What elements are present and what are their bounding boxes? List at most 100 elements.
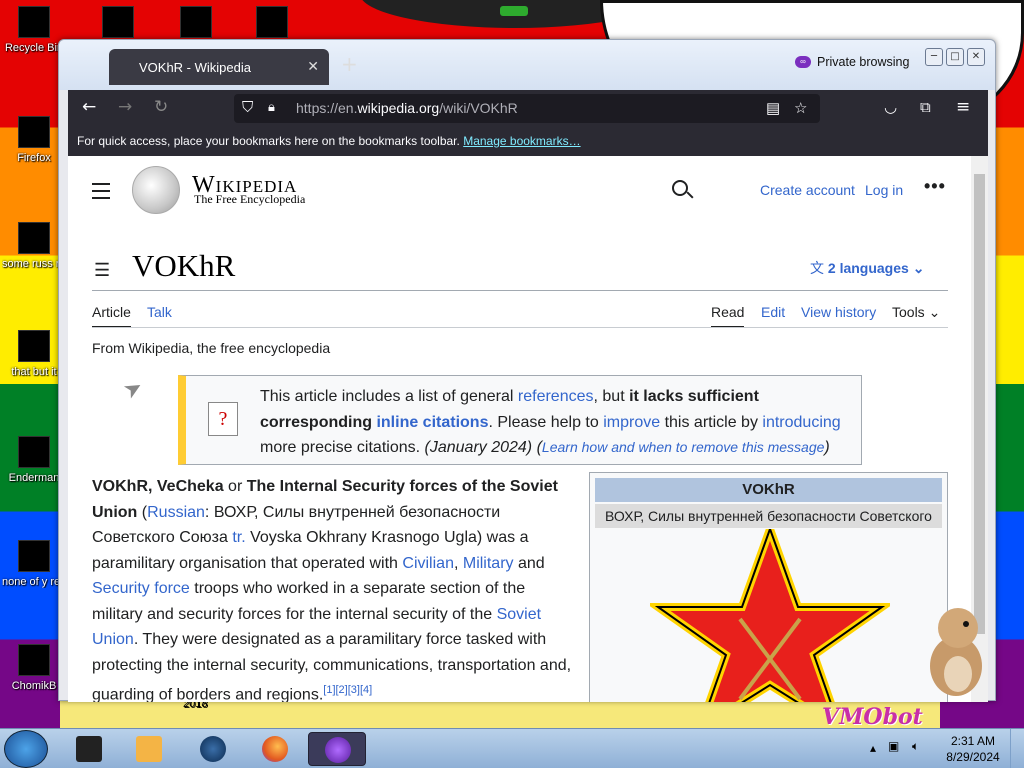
tab-article[interactable]: Article	[92, 304, 131, 328]
browser-window: VOKhR - Wikipedia ✕ + ∞ Private browsing…	[58, 39, 996, 702]
lead-text: or	[223, 478, 247, 495]
desktop-icon-folder[interactable]: that but it	[6, 330, 62, 378]
tab-read[interactable]: Read	[711, 304, 745, 328]
menu-icon[interactable]: ≡	[956, 98, 970, 116]
lead-text: and	[513, 554, 545, 572]
chevron-down-icon: ⌄	[912, 260, 925, 276]
taskbar-app-terminal[interactable]	[66, 732, 110, 766]
recycle-bin-icon	[18, 6, 50, 38]
browser-tab-active[interactable]: VOKhR - Wikipedia ✕	[109, 49, 329, 85]
clock-date: 8/29/2024	[946, 750, 1000, 764]
taskbar-clock[interactable]: 2:31 AM 8/29/2024	[940, 733, 1006, 765]
new-tab-icon[interactable]: +	[341, 52, 358, 76]
desktop-icon-top-3[interactable]	[244, 6, 300, 42]
citation-notice-text: This article includes a list of general …	[260, 384, 860, 461]
tab-talk[interactable]: Talk	[147, 304, 172, 320]
tray-expand-icon[interactable]: ▴	[870, 741, 876, 755]
red-star-emblem	[650, 529, 890, 702]
volume-icon[interactable]: 🔈︎	[912, 739, 919, 754]
taskbar-app-media[interactable]	[126, 732, 170, 766]
url-bar[interactable]: ⛉ 🔒︎ https://en.wikipedia.org/wiki/VOKhR…	[234, 94, 820, 123]
table-of-contents-icon[interactable]: ☰	[94, 260, 110, 281]
inline-citations-link[interactable]: inline citations	[376, 414, 488, 431]
notice-date: (January 2024)	[424, 439, 533, 456]
desktop-icon-recycle-bin[interactable]: Recycle Bin	[5, 6, 63, 54]
start-button-icon[interactable]	[4, 730, 48, 768]
reload-icon[interactable]: ↻	[154, 98, 168, 116]
desktop-icon-file[interactable]: some russ ran a ra	[2, 222, 66, 270]
improve-link[interactable]: improve	[603, 414, 660, 431]
tab-view-history[interactable]: View history	[801, 304, 876, 320]
references-link[interactable]: references	[518, 388, 594, 405]
remove-message-link[interactable]: Learn how and when to remove this messag…	[542, 439, 825, 455]
military-link[interactable]: Military	[463, 555, 514, 572]
lock-icon[interactable]: 🔒︎	[268, 99, 275, 115]
bookmarks-hint: For quick access, place your bookmarks h…	[77, 134, 460, 148]
lead-text: ,	[453, 554, 463, 572]
network-icon[interactable]: ▣	[888, 739, 899, 753]
desktop-icon-top-2[interactable]	[168, 6, 224, 42]
back-arrow-icon[interactable]: ←	[82, 98, 96, 116]
show-desktop-button[interactable]	[1010, 729, 1024, 768]
desktop-icon-shortcut[interactable]: none of y retards kn	[2, 540, 66, 588]
create-account-link[interactable]: Create account	[760, 182, 855, 198]
reader-view-icon[interactable]: ▤	[766, 99, 780, 117]
taskbar-app-firefox[interactable]	[252, 732, 296, 766]
introducing-link[interactable]: introducing	[762, 414, 840, 431]
main-menu-icon[interactable]	[92, 183, 110, 204]
lead-text: (	[137, 503, 148, 521]
file-icon	[18, 222, 50, 254]
reference-links[interactable]: [1][2][3][4]	[323, 684, 372, 696]
taskbar-app-firefox-private[interactable]	[308, 732, 366, 766]
desktop-icon-top-1[interactable]	[90, 6, 146, 42]
tab-close-icon[interactable]: ✕	[307, 58, 319, 75]
private-mask-icon: ∞	[795, 56, 811, 68]
firefox-icon	[18, 116, 50, 148]
desktop-icon-firefox[interactable]: Firefox	[6, 116, 62, 164]
language-selector[interactable]: 文 2 languages ⌄	[810, 258, 924, 278]
title-divider	[92, 290, 948, 291]
forward-arrow-icon[interactable]: →	[118, 98, 132, 116]
manage-bookmarks-link[interactable]: Manage bookmarks…	[463, 134, 580, 148]
shield-icon[interactable]: ⛉	[242, 99, 253, 116]
shortcut-icon	[18, 540, 50, 572]
pocket-icon[interactable]: ◡	[884, 98, 897, 116]
url-host: wikipedia.org	[357, 100, 440, 116]
window-titlebar[interactable]: VOKhR - Wikipedia ✕ + ∞ Private browsing…	[59, 40, 995, 90]
civilian-link[interactable]: Civilian	[402, 555, 454, 572]
site-subtitle: From Wikipedia, the free encyclopedia	[92, 340, 331, 356]
program-icon	[18, 644, 50, 676]
search-icon[interactable]	[672, 180, 688, 196]
extensions-icon[interactable]: ⧉	[920, 98, 931, 116]
mouse-cursor-icon: ➤	[118, 373, 148, 405]
citation-notice-box: ? This article includes a list of genera…	[178, 375, 862, 465]
bookmark-star-icon[interactable]: ☆	[794, 99, 807, 117]
wikipedia-tagline: The Free Encyclopedia	[194, 192, 306, 206]
window-controls: ─ □ ✕	[925, 48, 985, 66]
security-force-link[interactable]: Security force	[92, 580, 190, 597]
log-in-link[interactable]: Log in	[865, 182, 903, 198]
desktop-icon-chomik[interactable]: ChomikB	[6, 644, 62, 692]
tools-label: Tools	[892, 304, 925, 320]
taskbar-app-globe[interactable]	[190, 732, 234, 766]
desktop-icon-enderman[interactable]: Enderman	[6, 436, 62, 484]
translate-icon: 文	[810, 260, 824, 276]
scrollbar-thumb[interactable]	[974, 174, 985, 634]
tab-title: VOKhR - Wikipedia	[139, 60, 251, 75]
page-title: VOKhR	[132, 248, 236, 283]
notice-text: , but	[593, 388, 630, 405]
question-book-icon: ?	[208, 402, 238, 436]
wikipedia-globe-logo[interactable]	[132, 166, 180, 214]
private-browsing-label: Private browsing	[817, 55, 910, 69]
tools-menu[interactable]: Tools ⌄	[892, 304, 940, 321]
tab-edit[interactable]: Edit	[761, 304, 785, 320]
minimize-icon[interactable]: ─	[925, 48, 943, 66]
transliteration-link[interactable]: tr.	[232, 529, 245, 546]
wikipedia-page: Wikipedia The Free Encyclopedia Create a…	[68, 156, 988, 702]
maximize-icon[interactable]: □	[946, 48, 964, 66]
more-options-icon[interactable]: •••	[924, 176, 946, 197]
notice-text: (	[532, 439, 542, 456]
close-icon[interactable]: ✕	[967, 48, 985, 66]
russian-link[interactable]: Russian	[147, 504, 205, 521]
taskbar: ▴ ▣ 🔈︎ 2:31 AM 8/29/2024	[0, 728, 1024, 768]
